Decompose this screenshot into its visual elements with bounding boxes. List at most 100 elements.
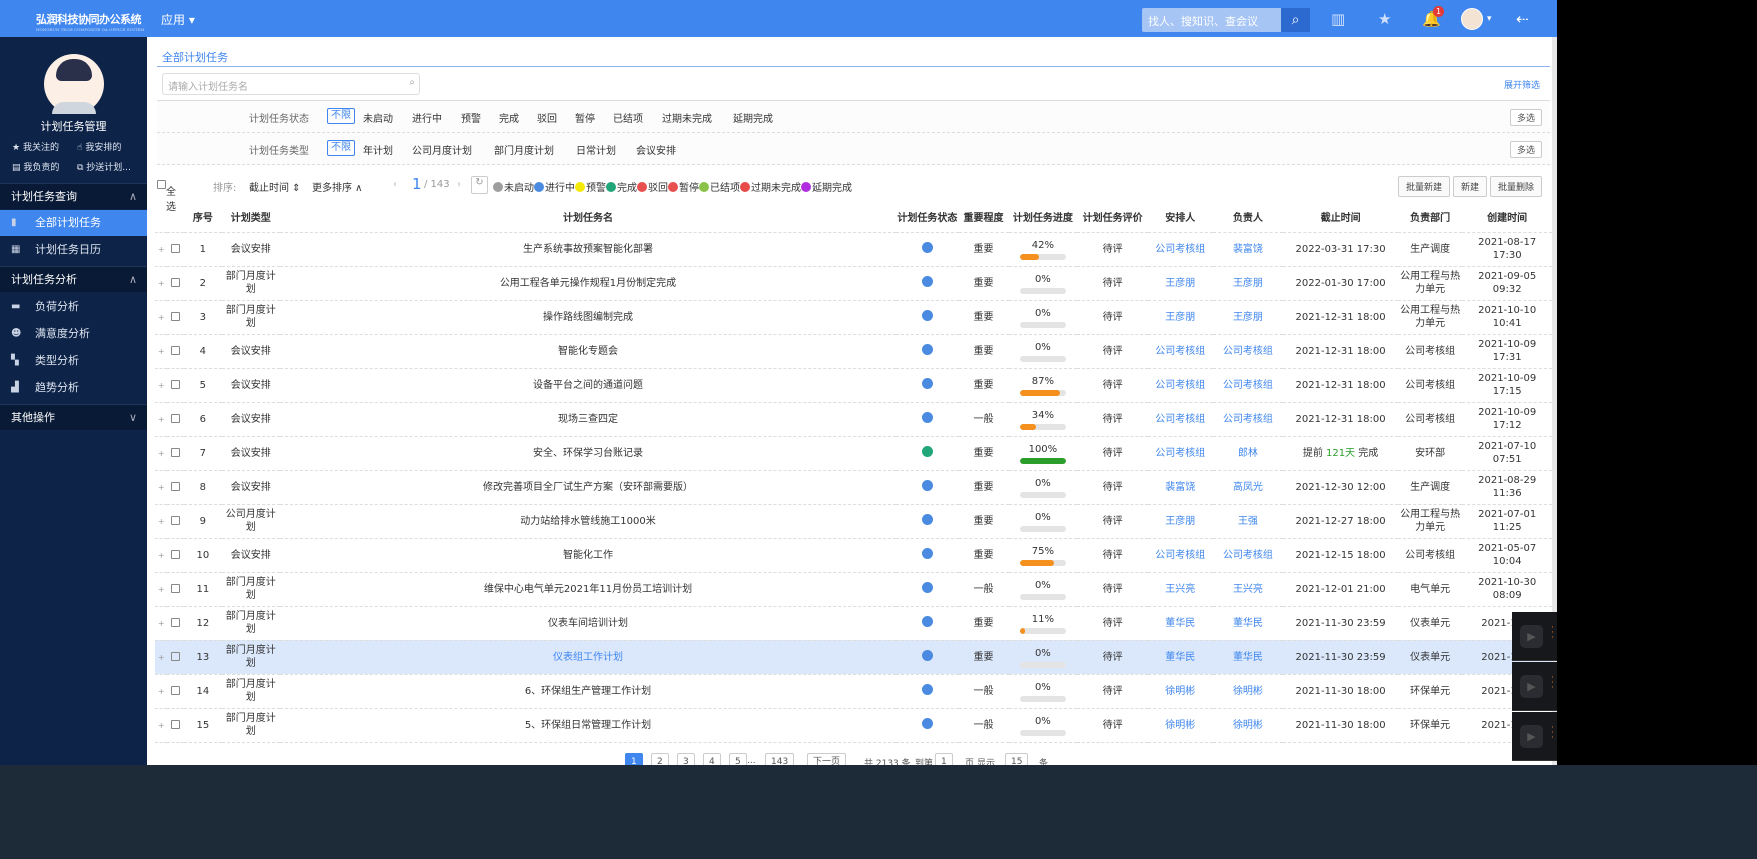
- task-name[interactable]: 操作路线图编制完成: [279, 300, 897, 335]
- task-name[interactable]: 安全、环保学习台账记录: [279, 436, 897, 471]
- column-header[interactable]: 重要程度: [958, 202, 1009, 233]
- table-row[interactable]: +9 公司月度计划 动力站给排水管线施工1000米 重要 0% 待评 王彦朋 王强 2021-1…: [155, 504, 1552, 539]
- multi-select-button[interactable]: 多选: [1509, 109, 1542, 126]
- checkbox[interactable]: [171, 312, 181, 321]
- logo[interactable]: 弘润科技协同办公系统 HONGRUN TECH COMPOSITE OA OFFI…: [36, 11, 145, 32]
- search-icon[interactable]: ⌕: [409, 77, 415, 88]
- task-name[interactable]: 公用工程各单元操作规程1月份制定完成: [279, 266, 897, 301]
- task-name[interactable]: 设备平台之间的通道问题: [279, 368, 897, 403]
- task-name[interactable]: 维保中心电气单元2021年11月份员工培训计划: [279, 572, 897, 607]
- app-menu[interactable]: 应用 ▾: [161, 11, 195, 28]
- row-checkbox[interactable]: [167, 436, 185, 471]
- column-header[interactable]: 创建时间: [1462, 202, 1552, 233]
- column-header[interactable]: 计划任务进度: [1008, 202, 1078, 233]
- arranger[interactable]: 董华民: [1148, 640, 1213, 675]
- multi-select-button[interactable]: 多选: [1509, 141, 1542, 158]
- table-row[interactable]: +12 部门月度计划 仪表车间培训计划 重要 11% 待评 董华民 董华民 2021-11-30…: [155, 606, 1552, 641]
- section-other[interactable]: 其他操作 ∨: [0, 404, 147, 430]
- row-checkbox[interactable]: [167, 572, 185, 607]
- owner[interactable]: 董华民: [1212, 640, 1284, 675]
- task-name[interactable]: 生产系统事故预案智能化部署: [279, 232, 897, 267]
- expand-icon[interactable]: +: [155, 402, 168, 437]
- owner[interactable]: 公司考核组: [1212, 402, 1284, 437]
- filter-option[interactable]: 未启动: [363, 110, 393, 125]
- column-header[interactable]: 序号: [184, 202, 222, 233]
- expand-icon[interactable]: +: [155, 504, 168, 539]
- arranger[interactable]: 徐明彬: [1148, 708, 1213, 743]
- expand-icon[interactable]: +: [155, 572, 168, 607]
- owner[interactable]: 王强: [1212, 504, 1284, 539]
- video-thumbnail[interactable]: ▶ · · ·: [1512, 612, 1557, 661]
- sidebar-item-type[interactable]: ▚ 类型分析: [0, 348, 147, 374]
- row-checkbox[interactable]: [167, 334, 185, 369]
- row-checkbox[interactable]: [167, 368, 185, 403]
- arranger[interactable]: 王彦朋: [1148, 266, 1213, 301]
- arranger[interactable]: 公司考核组: [1148, 334, 1213, 369]
- table-row[interactable]: +6 会议安排 现场三查四定 一般 34% 待评 公司考核组 公司考核组 2021-12-31 …: [155, 402, 1552, 437]
- row-checkbox[interactable]: [167, 266, 185, 301]
- arranger[interactable]: 徐明彬: [1148, 674, 1213, 709]
- table-row[interactable]: +11 部门月度计划 维保中心电气单元2021年11月份员工培训计划 一般 0% 待评 王兴…: [155, 572, 1552, 607]
- quick-responsible[interactable]: ▤ 我负责的: [12, 160, 59, 173]
- filter-option[interactable]: 公司月度计划: [412, 142, 472, 157]
- owner[interactable]: 王彦朋: [1212, 300, 1284, 335]
- expand-icon[interactable]: +: [155, 538, 168, 573]
- table-row[interactable]: +7 会议安排 安全、环保学习台账记录 重要 100% 待评 公司考核组 郎林 提前 121天 …: [155, 436, 1552, 471]
- quick-arranged[interactable]: ☝ 我安排的: [77, 140, 121, 153]
- arranger[interactable]: 公司考核组: [1148, 368, 1213, 403]
- expand-icon[interactable]: +: [155, 470, 168, 505]
- task-name[interactable]: 修改完善项目全厂试生产方案（安环部需要版）: [279, 470, 897, 505]
- more-icon[interactable]: · · ·: [1551, 624, 1554, 643]
- column-header[interactable]: 计划任务名: [279, 202, 897, 233]
- filter-option[interactable]: 年计划: [363, 142, 393, 157]
- logout-icon[interactable]: ⇠: [1516, 10, 1529, 28]
- search-button[interactable]: ⌕: [1281, 8, 1310, 32]
- batch-new-button[interactable]: 批量新建: [1397, 176, 1450, 197]
- checkbox[interactable]: [171, 686, 181, 695]
- task-name[interactable]: 6、环保组生产管理工作计划: [279, 674, 897, 709]
- prev-page-icon[interactable]: ‹: [393, 179, 397, 190]
- video-thumbnail[interactable]: ▶ · · ·: [1512, 662, 1557, 711]
- task-name[interactable]: 智能化专题会: [279, 334, 897, 369]
- task-name[interactable]: 5、环保组日常管理工作计划: [279, 708, 897, 743]
- owner[interactable]: 王兴亮: [1212, 572, 1284, 607]
- filter-option[interactable]: 过期未完成: [662, 110, 712, 125]
- building-icon[interactable]: ▥: [1331, 10, 1345, 28]
- section-query[interactable]: 计划任务查询 ∧: [0, 183, 147, 209]
- filter-option[interactable]: 预警: [461, 110, 481, 125]
- column-header[interactable]: 截止时间: [1283, 202, 1398, 233]
- sidebar-item-load[interactable]: ▬ 负荷分析: [0, 294, 147, 320]
- task-name[interactable]: 仪表组工作计划: [279, 640, 897, 675]
- owner[interactable]: 徐明彬: [1212, 708, 1284, 743]
- table-row[interactable]: +14 部门月度计划 6、环保组生产管理工作计划 一般 0% 待评 徐明彬 徐明彬 2021-1…: [155, 674, 1552, 709]
- row-checkbox[interactable]: [167, 232, 185, 267]
- arranger[interactable]: 公司考核组: [1148, 436, 1213, 471]
- row-checkbox[interactable]: [167, 674, 185, 709]
- owner[interactable]: 董华民: [1212, 606, 1284, 641]
- arranger[interactable]: 公司考核组: [1148, 402, 1213, 437]
- owner[interactable]: 徐明彬: [1212, 674, 1284, 709]
- filter-option[interactable]: 不限: [327, 108, 355, 124]
- column-header[interactable]: 计划任务评价: [1077, 202, 1149, 233]
- owner[interactable]: 王彦朋: [1212, 266, 1284, 301]
- filter-option[interactable]: 会议安排: [636, 142, 676, 157]
- filter-option[interactable]: 暂停: [575, 110, 595, 125]
- table-row[interactable]: +10 会议安排 智能化工作 重要 75% 待评 公司考核组 公司考核组 2021-12-15 …: [155, 538, 1552, 573]
- video-thumbnail[interactable]: ▶ · · ·: [1512, 712, 1557, 761]
- expand-icon[interactable]: +: [155, 266, 168, 301]
- favorites-icon[interactable]: ★: [1378, 10, 1391, 28]
- expand-icon[interactable]: +: [155, 436, 168, 471]
- task-name[interactable]: 现场三查四定: [279, 402, 897, 437]
- column-header[interactable]: 计划类型: [221, 202, 280, 233]
- table-row[interactable]: +4 会议安排 智能化专题会 重要 0% 待评 公司考核组 公司考核组 2021-12-31 1…: [155, 334, 1552, 369]
- table-row[interactable]: +2 部门月度计划 公用工程各单元操作规程1月份制定完成 重要 0% 待评 王彦朋 王彦朋 20…: [155, 266, 1552, 301]
- task-search-input[interactable]: 请输入计划任务名 ⌕: [162, 73, 420, 95]
- more-icon[interactable]: · · ·: [1551, 674, 1554, 693]
- column-header[interactable]: 计划任务状态: [896, 202, 959, 233]
- row-checkbox[interactable]: [167, 504, 185, 539]
- filter-option[interactable]: 不限: [327, 140, 355, 156]
- arranger[interactable]: 公司考核组: [1148, 232, 1213, 267]
- row-checkbox[interactable]: [167, 470, 185, 505]
- filter-option[interactable]: 驳回: [537, 110, 557, 125]
- filter-option[interactable]: 部门月度计划: [494, 142, 554, 157]
